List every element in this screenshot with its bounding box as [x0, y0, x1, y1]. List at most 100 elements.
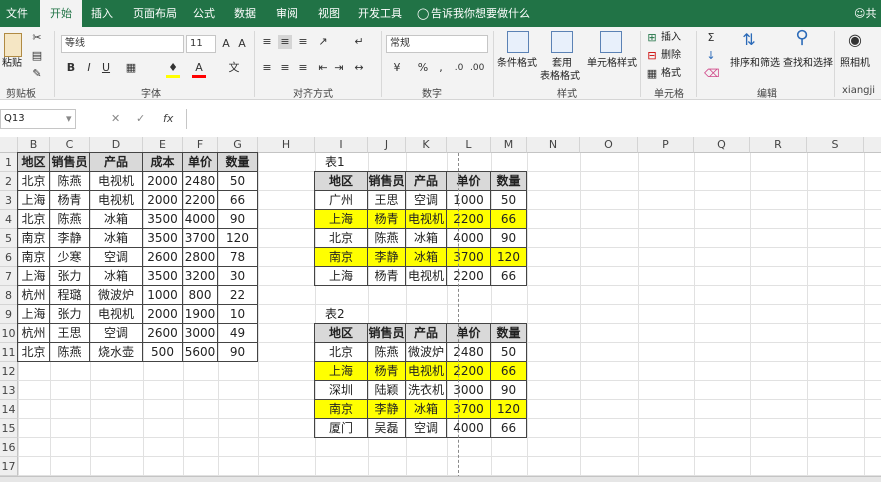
table-cell[interactable]: 少寒 [50, 248, 90, 267]
column-header-Q[interactable]: Q [694, 137, 750, 153]
table-cell[interactable]: 2800 [183, 248, 218, 267]
table-header-cell[interactable]: 成本 [143, 153, 183, 172]
column-header-P[interactable]: P [638, 137, 694, 153]
number-format-select[interactable]: 常规 [386, 35, 488, 53]
table-cell[interactable]: 空调 [90, 324, 143, 343]
decrease-indent-icon[interactable]: ⇤ [316, 61, 330, 75]
table2-cell[interactable]: 50 [491, 343, 527, 362]
table1-header-cell[interactable]: 地区 [315, 172, 368, 191]
percent-icon[interactable]: % [416, 61, 430, 75]
table-cell[interactable]: 空调 [90, 248, 143, 267]
table1-cell[interactable]: 冰箱 [406, 248, 447, 267]
table-cell[interactable]: 杨青 [50, 191, 90, 210]
row-header-5[interactable]: 5 [0, 229, 18, 248]
table1-cell[interactable]: 90 [491, 229, 527, 248]
table-cell[interactable]: 电视机 [90, 305, 143, 324]
format-cells-button[interactable]: 格式 [661, 67, 681, 81]
table-cell[interactable]: 2480 [183, 172, 218, 191]
worksheet-grid[interactable]: BCDEFGHIJKLMNOPQRST123456789101112131415… [0, 137, 881, 477]
fill-icon[interactable]: ↓ [704, 49, 718, 63]
align-bottom-icon[interactable]: ≡ [296, 35, 310, 49]
table-cell[interactable]: 冰箱 [90, 210, 143, 229]
table-cell[interactable]: 北京 [18, 343, 50, 362]
table1-cell[interactable]: 广州 [315, 191, 368, 210]
cell-style-icon[interactable] [600, 31, 622, 53]
underline-button[interactable]: U [99, 61, 113, 75]
table-cell[interactable]: 李静 [50, 229, 90, 248]
table1-cell[interactable]: 陈燕 [368, 229, 406, 248]
table-cell[interactable]: 冰箱 [90, 229, 143, 248]
column-header-E[interactable]: E [143, 137, 183, 153]
font-size-select[interactable]: 11 [186, 35, 216, 53]
table1-cell[interactable]: 电视机 [406, 267, 447, 286]
format-painter-icon[interactable]: ✎ [30, 67, 44, 81]
row-header-1[interactable]: 1 [0, 153, 18, 172]
table2-cell[interactable]: 吴磊 [368, 419, 406, 438]
font-name-select[interactable]: 等线 [61, 35, 184, 53]
enter-icon[interactable]: ✓ [136, 112, 145, 125]
cell-style-button[interactable]: 单元格样式 [587, 57, 637, 71]
table2-cell[interactable]: 空调 [406, 419, 447, 438]
table-cell[interactable]: 50 [218, 172, 258, 191]
table-cell[interactable]: 南京 [18, 248, 50, 267]
insert-function-icon[interactable]: fx [163, 112, 173, 125]
table1-cell[interactable]: 2200 [447, 267, 491, 286]
table1-cell[interactable]: 冰箱 [406, 229, 447, 248]
table-cell[interactable]: 78 [218, 248, 258, 267]
table-cell[interactable]: 800 [183, 286, 218, 305]
column-header-N[interactable]: N [527, 137, 580, 153]
table1-header-cell[interactable]: 单价 [447, 172, 491, 191]
table-cell[interactable]: 3500 [143, 267, 183, 286]
table1-cell[interactable]: 杨青 [368, 267, 406, 286]
table2-title[interactable]: 表2 [315, 305, 368, 324]
name-box[interactable]: Q13 [0, 109, 76, 129]
table-cell[interactable]: 杭州 [18, 324, 50, 343]
table-cell[interactable]: 杭州 [18, 286, 50, 305]
table-cell[interactable]: 2000 [143, 172, 183, 191]
copy-icon[interactable]: ▤ [30, 49, 44, 63]
table2-cell[interactable]: 3000 [447, 381, 491, 400]
row-header-6[interactable]: 6 [0, 248, 18, 267]
table-cell[interactable]: 微波炉 [90, 286, 143, 305]
format-cells-icon[interactable]: ▦ [645, 67, 659, 81]
table-cell[interactable]: 3500 [143, 210, 183, 229]
tab-developer[interactable]: 开发工具 [358, 0, 402, 27]
table-cell[interactable]: 南京 [18, 229, 50, 248]
grow-font-icon[interactable]: A [219, 37, 233, 51]
table2-cell[interactable]: 冰箱 [406, 400, 447, 419]
column-header-O[interactable]: O [580, 137, 638, 153]
sort-filter-icon[interactable]: ⇅ [742, 32, 756, 48]
table-cell[interactable]: 北京 [18, 172, 50, 191]
column-header-D[interactable]: D [90, 137, 143, 153]
table-cell[interactable]: 3700 [183, 229, 218, 248]
table-header-cell[interactable]: 地区 [18, 153, 50, 172]
phonetic-icon[interactable]: 文 [227, 61, 241, 75]
row-header-12[interactable]: 12 [0, 362, 18, 381]
tab-file[interactable]: 文件 [6, 0, 28, 27]
table2-cell[interactable]: 4000 [447, 419, 491, 438]
table1-cell[interactable]: 杨青 [368, 210, 406, 229]
increase-decimal-icon[interactable]: .0 [452, 61, 466, 75]
table-cell[interactable]: 90 [218, 343, 258, 362]
table-cell[interactable]: 2000 [143, 305, 183, 324]
cut-icon[interactable]: ✂ [30, 31, 44, 45]
table-cell[interactable]: 90 [218, 210, 258, 229]
tab-data[interactable]: 数据 [234, 0, 256, 27]
table1-cell[interactable]: 王思 [368, 191, 406, 210]
column-header-L[interactable]: L [447, 137, 491, 153]
find-select-button[interactable]: 查找和选择 [783, 57, 833, 71]
comma-icon[interactable]: , [434, 61, 448, 75]
table2-cell[interactable]: 杨青 [368, 362, 406, 381]
table-header-cell[interactable]: 产品 [90, 153, 143, 172]
table2-cell[interactable]: 电视机 [406, 362, 447, 381]
table-cell[interactable]: 冰箱 [90, 267, 143, 286]
align-right-icon[interactable]: ≡ [296, 61, 310, 75]
table-cell[interactable]: 22 [218, 286, 258, 305]
select-all-corner[interactable] [0, 137, 18, 153]
row-header-3[interactable]: 3 [0, 191, 18, 210]
table-cell[interactable]: 陈燕 [50, 210, 90, 229]
table-cell[interactable]: 陈燕 [50, 172, 90, 191]
column-header-I[interactable]: I [315, 137, 368, 153]
table1-cell[interactable]: 66 [491, 210, 527, 229]
insert-cells-button[interactable]: 插入 [661, 31, 681, 45]
